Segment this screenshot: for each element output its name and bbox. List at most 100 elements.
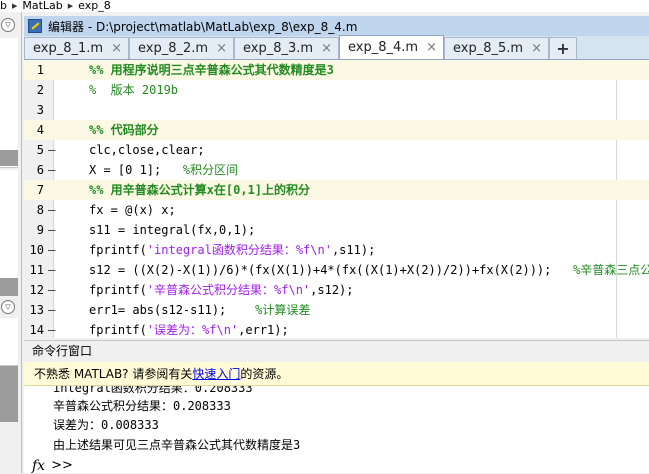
tab-label: exp_8_3.m <box>243 41 314 56</box>
breakpoint-marker[interactable]: — <box>48 240 55 260</box>
code-line[interactable]: 8 — fx = @(x) x; <box>24 200 649 220</box>
notice-text: 不熟悉 MATLAB? 请参阅有关 <box>34 367 193 381</box>
tab-exp-8-2[interactable]: exp_8_2.m × <box>129 37 234 59</box>
breakpoint-marker[interactable]: — <box>48 220 55 240</box>
code-line[interactable]: 9 — s11 = integral(fx,0,1); <box>24 220 649 240</box>
editor-title: 编辑器 - D:\project\matlab\MatLab\exp_8\exp… <box>48 19 358 34</box>
add-tab-button[interactable]: + <box>549 37 577 59</box>
code-text: X = [0 1]; %积分区间 <box>89 163 239 177</box>
line-number: 1 <box>36 63 44 77</box>
code-text: s12 = ((X(2)-X(1))/6)*(fx(X(1))+4*(fx((X… <box>89 263 649 277</box>
code-text: %% 代码部分 <box>89 123 159 137</box>
code-line[interactable]: 1 %% 用程序说明三点辛普森公式其代数精度是3 <box>24 60 649 80</box>
scrollbar-thumb[interactable] <box>0 366 18 422</box>
tab-label: exp_8_2.m <box>138 41 209 56</box>
line-number: 6 <box>36 163 44 177</box>
code-text: % 版本 2019b <box>89 83 179 97</box>
editor-title-bar: 编辑器 - D:\project\matlab\MatLab\exp_8\exp… <box>24 16 649 36</box>
line-number: 13 <box>29 303 44 317</box>
prompt-symbol: >> <box>51 458 73 473</box>
code-text: fx = @(x) x; <box>89 203 176 217</box>
chevron-down-icon: ▽ <box>5 302 11 311</box>
code-text: s11 = integral(fx,0,1); <box>89 223 256 237</box>
line-number: 10 <box>29 243 44 257</box>
tab-exp-8-3[interactable]: exp_8_3.m × <box>234 37 339 59</box>
getting-started-link[interactable]: 快速入门 <box>192 365 240 382</box>
line-number: 8 <box>36 203 44 217</box>
code-text: %% 用程序说明三点辛普森公式其代数精度是3 <box>89 63 334 77</box>
code-text: fprintf('integral函数积分结果：%f\n',s11); <box>89 243 376 257</box>
line-number: 12 <box>29 283 44 297</box>
chevron-right-icon: ▶ <box>11 2 18 10</box>
code-line[interactable]: 14 — fprintf('误差为：%f\n',err1); <box>24 320 649 338</box>
current-folder-panel <box>0 38 18 168</box>
code-text: err1= abs(s12-s11); %计算误差 <box>89 303 311 317</box>
workspace-panel <box>0 318 18 366</box>
output-line: 误差为：0.008333 <box>53 418 159 432</box>
line-number: 2 <box>36 83 44 97</box>
code-line[interactable]: 10 — fprintf('integral函数积分结果：%f\n',s11); <box>24 240 649 260</box>
breakpoint-marker[interactable]: — <box>48 160 55 180</box>
breakpoint-marker[interactable]: — <box>48 140 55 160</box>
breadcrumb-item[interactable]: MatLab <box>22 0 62 12</box>
code-line[interactable]: 3 <box>24 100 649 120</box>
code-editor[interactable]: 1 %% 用程序说明三点辛普森公式其代数精度是3 2 % 版本 2019b 3 4 %% 代… <box>24 60 649 338</box>
command-window-header: 命令行窗口 <box>24 340 649 360</box>
line-number: 4 <box>36 123 44 137</box>
plus-icon: + <box>556 39 570 58</box>
code-line[interactable]: 2 % 版本 2019b <box>24 80 649 100</box>
command-window[interactable]: integral函数积分结果：0.208333 辛普森公式积分结果：0.2083… <box>24 386 649 473</box>
output-line: 由上述结果可见三点辛普森公式其代数精度是3 <box>53 438 301 452</box>
panel-menu-button[interactable]: ▽ <box>1 18 15 32</box>
line-number: 11 <box>29 263 44 277</box>
code-text: clc,close,clear; <box>89 143 205 157</box>
line-number: 7 <box>36 183 44 197</box>
workspace-menu-button[interactable]: ▽ <box>1 300 15 314</box>
command-window-title: 命令行窗口 <box>32 344 93 358</box>
line-number: 5 <box>36 143 44 157</box>
code-line[interactable]: 13 — err1= abs(s12-s11); %计算误差 <box>24 300 649 320</box>
breadcrumb-item[interactable]: exp_8 <box>78 0 111 12</box>
breakpoint-marker[interactable]: — <box>48 280 55 300</box>
scrollbar-thumb[interactable] <box>0 278 18 296</box>
tab-exp-8-1[interactable]: exp_8_1.m × <box>24 37 129 59</box>
code-line[interactable]: 5 — clc,close,clear; <box>24 140 649 160</box>
editor-tab-bar: exp_8_1.m × exp_8_2.m × exp_8_3.m × exp_… <box>24 35 649 60</box>
line-number: 9 <box>36 223 44 237</box>
command-prompt[interactable]: fx >> <box>32 458 73 474</box>
notice-text: 的资源。 <box>240 367 289 381</box>
breakpoint-marker[interactable]: — <box>48 200 55 220</box>
scrollbar-thumb[interactable] <box>0 150 18 166</box>
code-line[interactable]: 7 %% 用辛普森公式计算x在[0,1]上的积分 <box>24 180 649 200</box>
editor-icon <box>28 19 42 33</box>
tab-exp-8-5[interactable]: exp_8_5.m × <box>444 37 549 59</box>
code-line[interactable]: 12 — fprintf('辛普森公式积分结果：%f\n',s12); <box>24 280 649 300</box>
close-icon[interactable]: × <box>321 41 332 56</box>
code-text: fprintf('辛普森公式积分结果：%f\n',s12); <box>89 283 354 297</box>
tab-exp-8-4[interactable]: exp_8_4.m × <box>339 35 444 59</box>
chevron-right-icon: ▶ <box>67 2 74 10</box>
breadcrumb: b ▶ MatLab ▶ exp_8 <box>0 0 649 12</box>
chevron-down-icon: ▽ <box>5 20 11 29</box>
breadcrumb-item[interactable]: b <box>0 0 7 12</box>
close-icon[interactable]: × <box>111 41 122 56</box>
tab-label: exp_8_4.m <box>348 40 419 55</box>
close-icon[interactable]: × <box>531 41 542 56</box>
code-text: fprintf('误差为：%f\n',err1); <box>89 323 289 337</box>
breakpoint-marker[interactable]: — <box>48 260 55 280</box>
left-panel-strip: ▽ ▽ <box>0 12 22 473</box>
getting-started-notice: 不熟悉 MATLAB? 请参阅有关 快速入门 的资源。 <box>24 362 649 386</box>
code-text: %% 用辛普森公式计算x在[0,1]上的积分 <box>89 183 311 197</box>
breakpoint-marker[interactable]: — <box>48 300 55 320</box>
close-icon[interactable]: × <box>426 40 437 55</box>
breakpoint-marker[interactable]: — <box>48 320 55 338</box>
tab-label: exp_8_5.m <box>453 41 524 56</box>
code-line[interactable]: 11 — s12 = ((X(2)-X(1))/6)*(fx(X(1))+4*(fx… <box>24 260 649 280</box>
tab-label: exp_8_1.m <box>33 41 104 56</box>
close-icon[interactable]: × <box>216 41 227 56</box>
line-number: 14 <box>29 323 44 337</box>
code-line[interactable]: 6 — X = [0 1]; %积分区间 <box>24 160 649 180</box>
code-line[interactable]: 4 %% 代码部分 <box>24 120 649 140</box>
output-line: 辛普森公式积分结果：0.208333 <box>53 399 231 413</box>
function-browser-icon[interactable]: fx <box>32 458 45 474</box>
